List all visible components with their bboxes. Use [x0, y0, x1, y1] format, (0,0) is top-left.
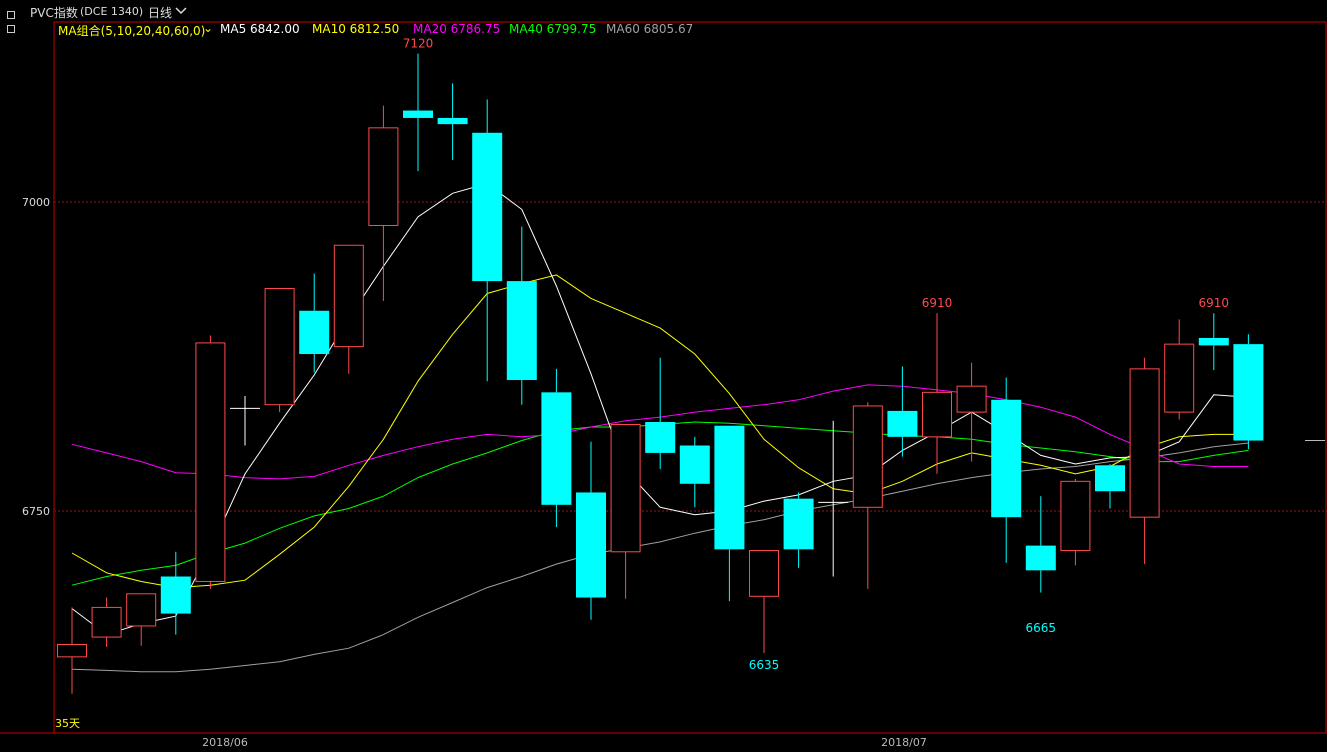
- extreme-label: 6635: [749, 658, 780, 672]
- candle-body: [956, 385, 987, 413]
- y-tick-label: 7000: [22, 196, 50, 209]
- candle-body: [749, 550, 779, 597]
- candle-body: [679, 445, 710, 484]
- candle-body: [576, 492, 606, 598]
- candle-body: [1129, 368, 1160, 518]
- candle-body: [299, 310, 330, 355]
- candle-body: [1095, 465, 1125, 492]
- x-tick-label: 2018/07: [881, 736, 927, 749]
- candle-body: [91, 606, 122, 638]
- candle-body: [610, 423, 641, 553]
- extreme-label: 6665: [1026, 621, 1057, 635]
- candle-body: [1025, 545, 1056, 571]
- candle-body: [472, 132, 503, 282]
- day-count-label: 35天: [55, 717, 80, 730]
- candle-body: [541, 392, 572, 505]
- candle-body: [160, 576, 191, 614]
- candle-body: [57, 643, 87, 658]
- candle-body: [1233, 344, 1264, 441]
- candle-body: [1060, 480, 1091, 552]
- candle-body: [714, 425, 745, 550]
- extreme-label: 6910: [1199, 296, 1230, 310]
- candle-body: [264, 288, 295, 406]
- candle-body: [506, 281, 537, 380]
- candle-body: [783, 498, 814, 550]
- candle-body: [922, 391, 952, 438]
- candle-body: [437, 117, 468, 125]
- candlestick-chart[interactable]: 7000 6750 2018/06 2018/07 7120 6635 6910 6665 69…: [0, 0, 1327, 752]
- candle-body: [195, 342, 226, 582]
- candle-body: [1164, 343, 1195, 413]
- candle-body: [1198, 337, 1229, 346]
- candle-body: [991, 399, 1022, 518]
- candle-body: [333, 244, 364, 348]
- y-tick-label: 6750: [22, 505, 50, 518]
- x-tick-label: 2018/06: [202, 736, 248, 749]
- candle-body: [852, 405, 883, 508]
- candle-body: [887, 410, 918, 437]
- extreme-label: 7120: [403, 37, 434, 51]
- extreme-label: 6910: [922, 296, 953, 310]
- candle-body: [126, 593, 157, 627]
- candle-body: [403, 110, 433, 118]
- candle-body: [368, 127, 399, 226]
- candle-body: [645, 422, 676, 453]
